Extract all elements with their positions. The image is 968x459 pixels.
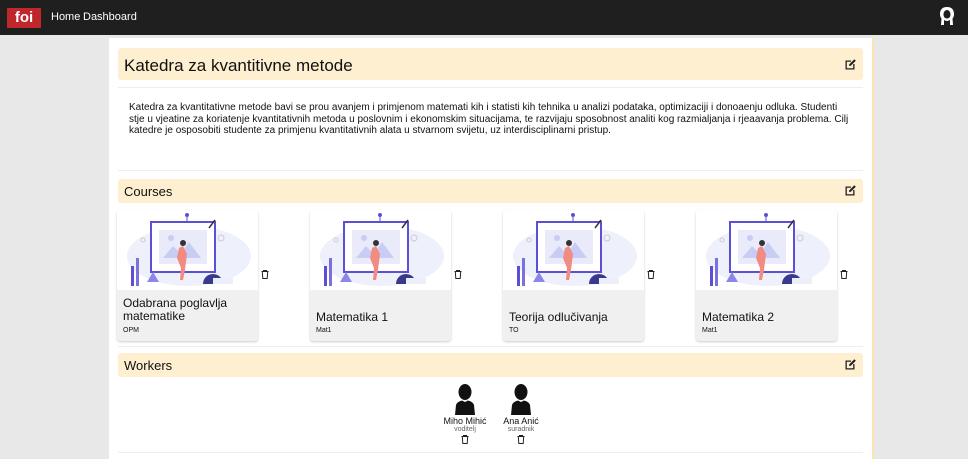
nav-home-link[interactable]: Home (51, 11, 80, 23)
worker-card[interactable]: Ana Anić suradnik (496, 383, 546, 444)
user-silhouette-icon (511, 384, 531, 415)
delete-course-icon[interactable] (454, 270, 462, 279)
divider (118, 170, 863, 171)
department-description: Katedra za kvantitativne metode bavi se … (129, 102, 849, 136)
workers-header: Workers (118, 353, 863, 377)
course-title: Matematika 2 (702, 310, 775, 324)
courses-title: Courses (124, 184, 173, 199)
delete-worker-icon[interactable] (517, 435, 525, 444)
course-title: Teorija odlučivanja (509, 310, 608, 324)
course-title: Matematika 1 (316, 310, 389, 324)
course-code: Mat1 (702, 327, 718, 334)
divider (118, 452, 863, 453)
course-card[interactable]: Matematika 1 Mat1 (310, 210, 451, 341)
course-code: Mat1 (316, 327, 332, 334)
worker-card[interactable]: Miho Mihić voditelj (440, 383, 490, 444)
workers-title: Workers (124, 358, 173, 373)
top-navbar: foi Home Dashboard (0, 0, 968, 35)
course-illustration (696, 210, 837, 290)
course-card[interactable]: Odabrana poglavlja matematike OPM (117, 210, 258, 341)
divider (118, 346, 863, 347)
course-card[interactable]: Matematika 2 Mat1 (696, 210, 837, 341)
department-header: Katedra za kvantitivne metode (118, 48, 863, 80)
user-silhouette-icon (455, 384, 475, 415)
course-illustration (310, 210, 451, 290)
user-avatar-icon[interactable] (938, 6, 956, 26)
worker-name: Ana Anić (503, 416, 539, 426)
delete-course-icon[interactable] (261, 270, 269, 279)
courses-header: Courses (118, 179, 863, 203)
worker-role: suradnik (507, 426, 535, 433)
foi-logo[interactable]: foi (7, 8, 41, 28)
course-illustration (503, 210, 644, 290)
edit-courses-icon[interactable] (844, 184, 857, 197)
course-illustration (117, 210, 258, 290)
delete-worker-icon[interactable] (461, 435, 469, 444)
divider (118, 87, 863, 88)
edit-workers-icon[interactable] (844, 358, 857, 371)
course-card[interactable]: Teorija odlučivanja TO (503, 210, 644, 341)
course-title: Odabrana poglavlja matematike (123, 296, 228, 323)
delete-course-icon[interactable] (840, 270, 848, 279)
worker-role: voditelj (454, 426, 476, 433)
nav-dashboard-link[interactable]: Dashboard (83, 11, 137, 23)
course-code: OPM (123, 327, 139, 334)
course-code: TO (509, 327, 519, 334)
worker-name: Miho Mihić (443, 416, 487, 426)
department-title: Katedra za kvantitivne metode (124, 56, 353, 75)
delete-course-icon[interactable] (647, 270, 655, 279)
edit-department-icon[interactable] (844, 58, 857, 71)
